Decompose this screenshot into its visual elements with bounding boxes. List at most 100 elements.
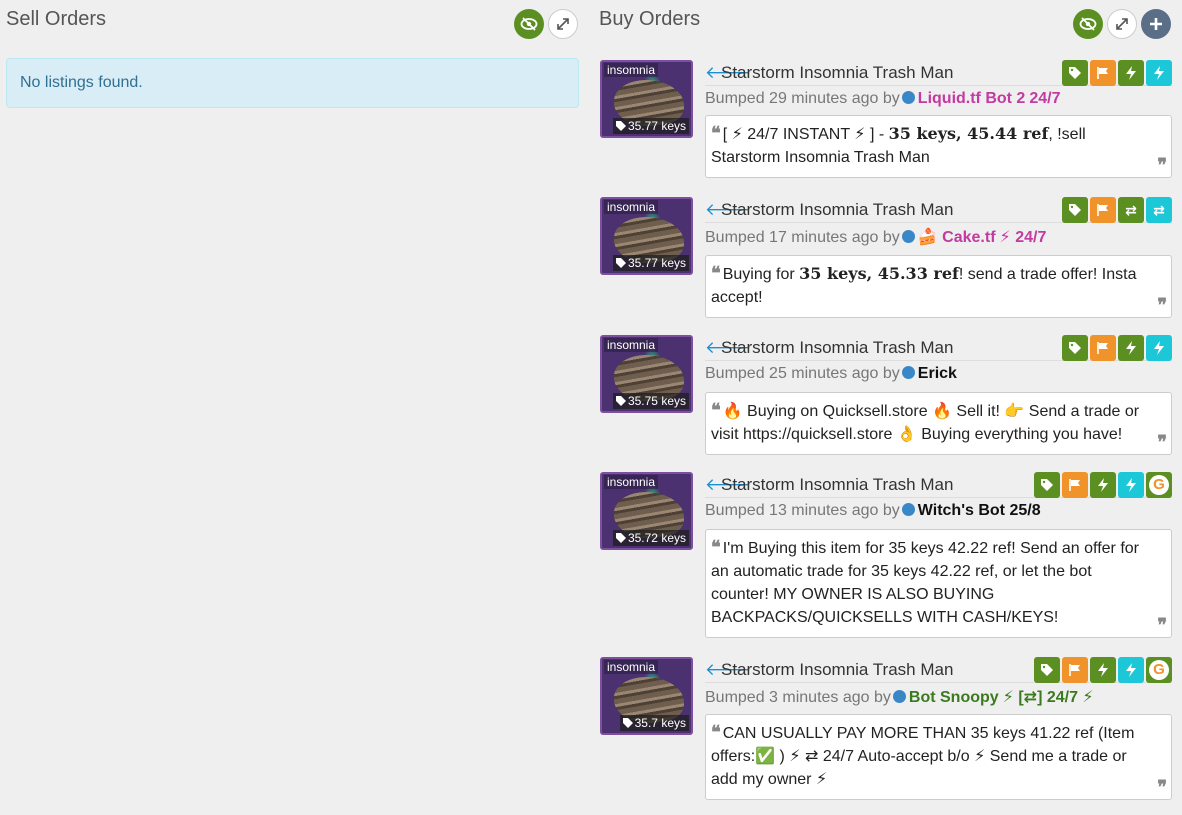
tag-icon (1068, 203, 1082, 217)
item-price-tag: 35.75 keys (612, 393, 689, 409)
item-name[interactable]: Starstorm Insomnia Trash Man (721, 660, 953, 680)
bolt-icon (1125, 66, 1137, 80)
add-buy-order-button[interactable] (1141, 9, 1171, 39)
sell-expand-button[interactable] (548, 9, 578, 39)
buy-expand-button[interactable] (1107, 9, 1137, 39)
item-thumbnail[interactable]: insomnia 35.7 keys (600, 657, 693, 735)
user-link[interactable]: Bot Snoopy (909, 689, 999, 706)
user-status-dot (901, 91, 915, 104)
sell-toggle-visibility-button[interactable] (514, 9, 544, 39)
comment-text: Buying for (722, 266, 800, 283)
user-tag: ⚡ [⇄] 24/7 ⚡ (1002, 689, 1094, 706)
arrow-left-icon: 🡐 (705, 62, 751, 82)
plus-icon (1150, 18, 1162, 30)
swap-badge[interactable]: ⇄ (1118, 197, 1144, 223)
bolt-icon (1153, 341, 1165, 355)
listing-badges (1062, 335, 1172, 361)
bolt-badge[interactable] (1090, 472, 1116, 498)
listing-comment: ❝ I'm Buying this item for 35 keys 42.22 … (705, 529, 1172, 638)
flag-badge[interactable] (1062, 657, 1088, 683)
tag-icon (615, 121, 626, 131)
item-price: 35.77 keys (627, 119, 686, 133)
flag-badge[interactable] (1090, 197, 1116, 223)
user-link[interactable]: 🍰 Cake.tf (918, 229, 996, 246)
item-name[interactable]: Starstorm Insomnia Trash Man (721, 475, 953, 495)
eye-slash-icon (1079, 17, 1097, 31)
flag-badge[interactable] (1090, 60, 1116, 86)
g-icon: G (1149, 660, 1169, 680)
user-link[interactable]: Liquid.tf Bot 2 (918, 90, 1026, 107)
tag-badge[interactable] (1062, 197, 1088, 223)
listing-meta: Bumped 17 minutes ago by 🍰 Cake.tf ⚡ 24/7 (705, 227, 1046, 247)
quote-close-icon: ❞ (1157, 777, 1167, 798)
quote-open-icon: ❝ (711, 263, 721, 284)
bolt-badge[interactable] (1118, 335, 1144, 361)
listing-title-row: 🡐 Starstorm Insomnia Trash Man G (705, 657, 1172, 683)
listing-comment: ❝[ ⚡ 24/7 INSTANT ⚡ ] - 35 keys, 45.44 r… (705, 115, 1172, 178)
user-tag: 24/7 (1029, 90, 1061, 107)
quote-open-icon: ❝ (711, 400, 721, 421)
bolt-badge[interactable] (1118, 472, 1144, 498)
item-thumbnail[interactable]: insomnia 35.77 keys (600, 197, 693, 275)
expand-icon (557, 18, 569, 30)
comment-price: 35 keys, 45.44 ref (888, 124, 1049, 143)
comment-text: CAN USUALLY PAY MORE THAN 35 keys 41.22 … (711, 725, 1135, 788)
eye-slash-icon (520, 17, 538, 31)
tag-icon (1068, 66, 1082, 80)
bolt-badge[interactable] (1146, 60, 1172, 86)
item-name[interactable]: Starstorm Insomnia Trash Man (721, 200, 953, 220)
quote-open-icon: ❝ (711, 123, 721, 144)
item-name[interactable]: Starstorm Insomnia Trash Man (721, 63, 953, 83)
flag-icon (1068, 663, 1082, 677)
no-listings-alert: No listings found. (6, 58, 579, 108)
user-status-dot (892, 690, 906, 703)
bumped-text: Bumped 3 minutes ago by (705, 689, 891, 706)
tag-icon (1068, 341, 1082, 355)
user-status-dot (901, 230, 915, 243)
g-badge[interactable]: G (1146, 657, 1172, 683)
bolt-badge[interactable] (1090, 657, 1116, 683)
listing-meta: Bumped 3 minutes ago by Bot Snoopy ⚡ [⇄] 2… (705, 687, 1094, 707)
listing-meta: Bumped 29 minutes ago by Liquid.tf Bot 22… (705, 90, 1060, 108)
swap-icon: ⇄ (1125, 201, 1137, 218)
bolt-badge[interactable] (1118, 60, 1144, 86)
item-thumbnail[interactable]: insomnia 35.77 keys (600, 60, 693, 138)
item-thumbnail[interactable]: insomnia 35.72 keys (600, 472, 693, 550)
quote-close-icon: ❞ (1157, 615, 1167, 636)
item-price-tag: 35.72 keys (612, 530, 689, 546)
swap-badge[interactable]: ⇄ (1146, 197, 1172, 223)
expand-icon (1116, 18, 1128, 30)
flag-badge[interactable] (1062, 472, 1088, 498)
arrow-left-icon: 🡐 (705, 199, 751, 219)
item-price-tag: 35.77 keys (612, 255, 689, 271)
user-status-dot (901, 366, 915, 379)
bolt-icon (1097, 478, 1109, 492)
quote-close-icon: ❞ (1157, 155, 1167, 176)
user-link[interactable]: Witch's Bot 25/8 (918, 502, 1041, 519)
item-thumbnail[interactable]: insomnia 35.75 keys (600, 335, 693, 413)
bolt-icon (1125, 663, 1137, 677)
item-name[interactable]: Starstorm Insomnia Trash Man (721, 338, 953, 358)
tag-badge[interactable] (1034, 657, 1060, 683)
listing-comment: ❝ CAN USUALLY PAY MORE THAN 35 keys 41.22… (705, 714, 1172, 800)
tag-badge[interactable] (1034, 472, 1060, 498)
item-thumb-label: insomnia (604, 200, 659, 214)
bumped-text: Bumped 29 minutes ago by (705, 90, 900, 107)
g-icon: G (1149, 475, 1169, 495)
buy-toggle-visibility-button[interactable] (1073, 9, 1103, 39)
tag-icon (1040, 478, 1054, 492)
quote-open-icon: ❝ (711, 722, 721, 743)
flag-icon (1096, 341, 1110, 355)
item-price-tag: 35.77 keys (612, 118, 689, 134)
tag-badge[interactable] (1062, 335, 1088, 361)
listing-meta: Bumped 13 minutes ago by Witch's Bot 25/8 (705, 502, 1045, 520)
item-price: 35.75 keys (627, 394, 686, 408)
bolt-badge[interactable] (1146, 335, 1172, 361)
flag-badge[interactable] (1090, 335, 1116, 361)
tag-badge[interactable] (1062, 60, 1088, 86)
bolt-icon (1097, 663, 1109, 677)
bolt-badge[interactable] (1118, 657, 1144, 683)
g-badge[interactable]: G (1146, 472, 1172, 498)
item-price: 35.7 keys (634, 716, 686, 730)
user-link[interactable]: Erick (918, 365, 957, 382)
